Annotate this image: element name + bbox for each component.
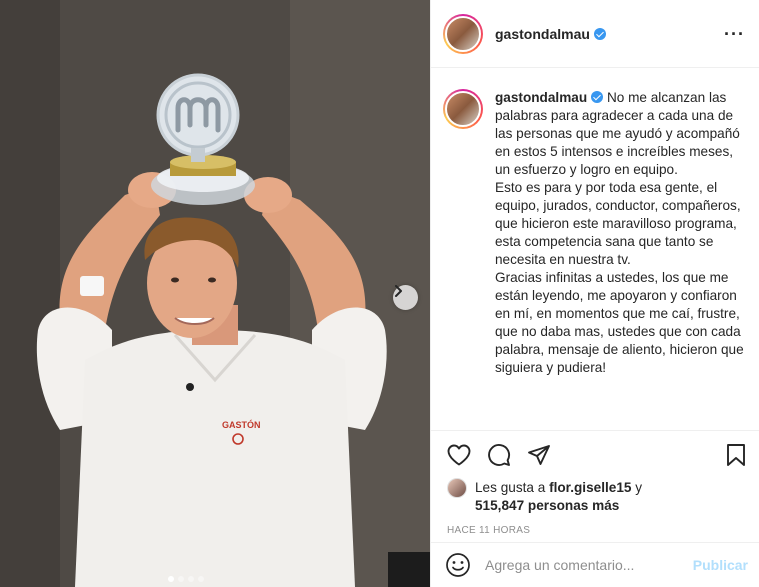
actions-section: Les gusta a flor.giselle15 y 515,847 per… xyxy=(431,430,759,536)
carousel-dots xyxy=(168,576,204,582)
more-options-icon[interactable]: ··· xyxy=(724,25,745,43)
caption-text: gastondalmau No me alcanzan las palabras… xyxy=(495,89,746,377)
header-username[interactable]: gastondalmau xyxy=(495,26,590,42)
likes-text: Les gusta a flor.giselle15 y 515,847 per… xyxy=(475,479,642,515)
likes-count[interactable]: 515,847 personas más xyxy=(475,498,619,513)
avatar-image xyxy=(445,15,481,52)
caption-area[interactable]: gastondalmau No me alcanzan las palabras… xyxy=(431,69,759,430)
liker-avatar[interactable] xyxy=(447,478,467,498)
post-side-panel: gastondalmau ··· gastondalmau No me alca… xyxy=(430,0,759,587)
likes-prefix: Les gusta a xyxy=(475,480,546,495)
photo-dark-corner xyxy=(388,552,430,587)
carousel-dot xyxy=(178,576,184,582)
caption-paragraph: Esto es para y por toda esa gente, el eq… xyxy=(495,180,741,267)
action-bar xyxy=(431,431,759,479)
chevron-right-icon xyxy=(395,285,402,297)
comment-input[interactable] xyxy=(485,557,685,573)
verified-badge-icon xyxy=(591,91,604,103)
jacket-name-text: GASTÓN xyxy=(222,419,261,430)
comment-box: Publicar xyxy=(431,542,759,587)
paper-plane-icon xyxy=(528,445,550,465)
post-header: gastondalmau ··· xyxy=(431,0,759,68)
photo-illustration: GASTÓN xyxy=(0,0,430,587)
avatar[interactable] xyxy=(443,13,483,54)
post-photo[interactable]: GASTÓN xyxy=(0,0,430,587)
comment-button[interactable] xyxy=(485,441,513,469)
share-button[interactable] xyxy=(525,441,553,469)
verified-badge-icon xyxy=(593,27,606,40)
likes-connector: y xyxy=(635,480,643,495)
caption-username[interactable]: gastondalmau xyxy=(495,90,587,105)
caption-paragraph: Gracias infinitas a ustedes, los que me … xyxy=(495,270,744,375)
instagram-post: GASTÓN gastondalmau ··· gastondalmau No … xyxy=(0,0,759,587)
caption-row: gastondalmau No me alcanzan las palabras… xyxy=(443,89,746,377)
publish-button[interactable]: Publicar xyxy=(693,557,748,573)
carousel-next-button[interactable] xyxy=(393,285,418,310)
carousel-dot xyxy=(198,576,204,582)
smiley-icon[interactable] xyxy=(445,552,471,578)
save-button[interactable] xyxy=(722,441,750,469)
carousel-dot xyxy=(168,576,174,582)
likes-summary: Les gusta a flor.giselle15 y 515,847 per… xyxy=(431,478,759,515)
liker-username[interactable]: flor.giselle15 xyxy=(549,480,631,495)
caption-avatar[interactable] xyxy=(443,89,483,377)
post-timestamp[interactable]: HACE 11 HORAS xyxy=(431,515,759,536)
bookmark-icon xyxy=(727,444,745,466)
comment-icon xyxy=(488,444,511,466)
caption-paragraph: gastondalmau No me alcanzan las palabras… xyxy=(495,89,746,179)
like-button[interactable] xyxy=(445,441,473,469)
heart-icon xyxy=(447,444,471,466)
carousel-dot xyxy=(188,576,194,582)
